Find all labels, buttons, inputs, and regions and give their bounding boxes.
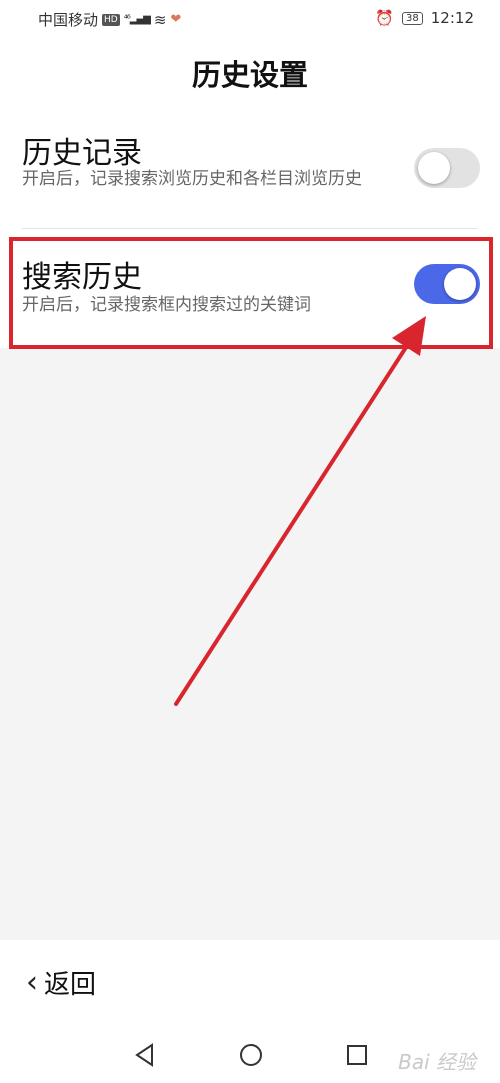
hd-icon: HD bbox=[102, 13, 120, 26]
status-right: ⏰ 38 12:12 bbox=[375, 9, 474, 27]
chevron-left-icon: ‹ bbox=[26, 964, 38, 1000]
wifi-icon: ≋ bbox=[153, 10, 167, 29]
alarm-icon: ⏰ bbox=[375, 9, 395, 27]
title-bar: 历史设置 bbox=[0, 36, 500, 106]
back-label: 返回 bbox=[44, 970, 97, 1000]
annotation-highlight-box bbox=[9, 237, 493, 349]
signal-icon: ⁴⁶▂▄▆ bbox=[123, 14, 151, 25]
clock: 12:12 bbox=[430, 9, 474, 27]
status-left: 中国移动 HD ⁴⁶▂▄▆ ≋ ❤ bbox=[38, 9, 181, 30]
bottom-bar: ‹ 返回 bbox=[0, 940, 500, 1026]
nav-recent-apps-icon[interactable] bbox=[342, 1040, 372, 1070]
carrier-label: 中国移动 bbox=[38, 11, 99, 29]
setting-history-record[interactable]: 历史记录 开启后，记录搜索浏览历史和各栏目浏览历史 bbox=[0, 106, 500, 228]
page-title: 历史设置 bbox=[191, 58, 308, 92]
health-icon: ❤ bbox=[170, 12, 182, 27]
setting-description: 开启后，记录搜索浏览历史和各栏目浏览历史 bbox=[22, 169, 362, 189]
watermark: Bai 经验 bbox=[398, 1050, 476, 1074]
back-button[interactable]: ‹ 返回 bbox=[26, 964, 96, 1001]
status-bar: 中国移动 HD ⁴⁶▂▄▆ ≋ ❤ ⏰ 38 12:12 bbox=[0, 0, 500, 36]
history-record-toggle[interactable] bbox=[414, 148, 480, 188]
toggle-knob bbox=[418, 152, 450, 184]
nav-home-icon[interactable] bbox=[236, 1040, 266, 1070]
battery-icon: 38 bbox=[402, 11, 423, 25]
system-nav-bar: Bai 经验 bbox=[0, 1026, 500, 1083]
nav-back-icon[interactable] bbox=[130, 1040, 160, 1070]
